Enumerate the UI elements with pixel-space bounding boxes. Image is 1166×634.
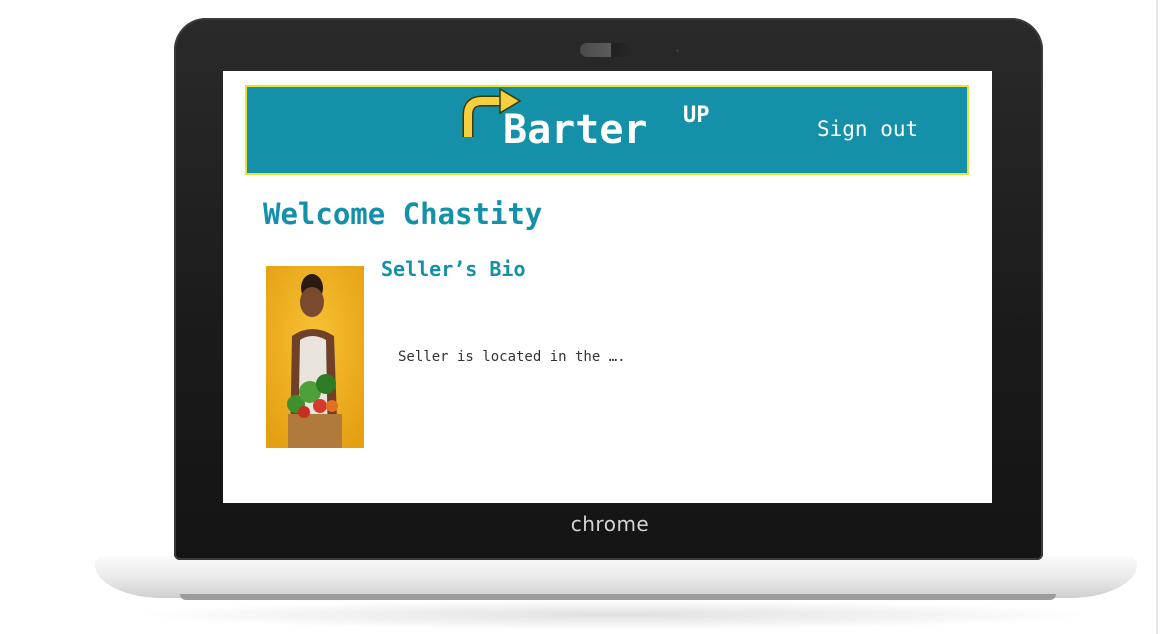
laptop-base — [95, 556, 1137, 598]
browser-screen: Barter UP Sign out Welcome Chastity Sell… — [223, 71, 992, 503]
bio-heading: Seller’s Bio — [381, 257, 526, 281]
device-brand-label: chrome — [570, 512, 650, 536]
webcam — [580, 43, 636, 57]
seller-photo — [266, 266, 364, 448]
laptop-shadow — [130, 600, 1100, 630]
device-mockup: chrome Barter UP Sign out Welcome Chasti… — [0, 0, 1166, 634]
site-header: Barter UP Sign out — [245, 85, 969, 175]
logo-superscript: UP — [683, 103, 710, 128]
logo-wordmark[interactable]: Barter — [503, 107, 648, 153]
page-edge-divider — [1156, 0, 1158, 634]
laptop-base-lip — [180, 594, 1056, 600]
sign-out-link[interactable]: Sign out — [817, 117, 918, 141]
page-title: Welcome Chastity — [263, 197, 543, 231]
camera-indicator — [676, 49, 679, 52]
bio-text: Seller is located in the …. — [398, 349, 626, 365]
